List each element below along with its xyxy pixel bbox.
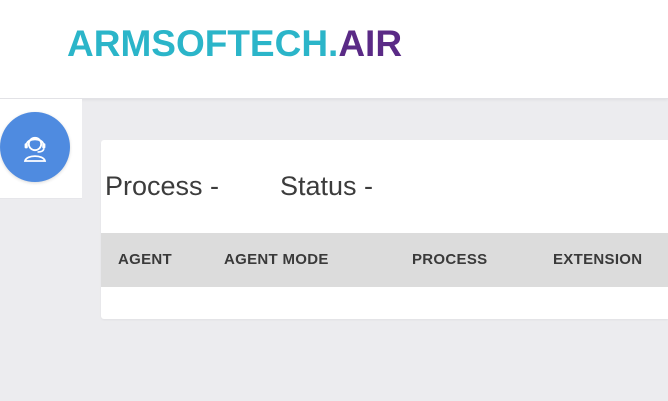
headset-agent-icon [23, 136, 47, 162]
status-label: Status - [280, 171, 374, 201]
app-header: ARMSOFTECH.AIR [0, 0, 668, 99]
column-header-agent[interactable]: AGENT [118, 251, 172, 269]
column-header-extension[interactable]: EXTENSION [553, 251, 642, 269]
process-status-card [101, 140, 668, 319]
logo-tld-text: AIR [338, 23, 403, 64]
column-header-process[interactable]: PROCESS [412, 251, 487, 269]
process-label: Process - [105, 171, 220, 201]
column-header-agent-mode[interactable]: AGENT MODE [224, 251, 329, 269]
app-logo: ARMSOFTECH.AIR [67, 22, 402, 66]
logo-brand-text: ARMSOFTECH. [67, 23, 339, 64]
agent-headset-button[interactable] [0, 112, 70, 182]
